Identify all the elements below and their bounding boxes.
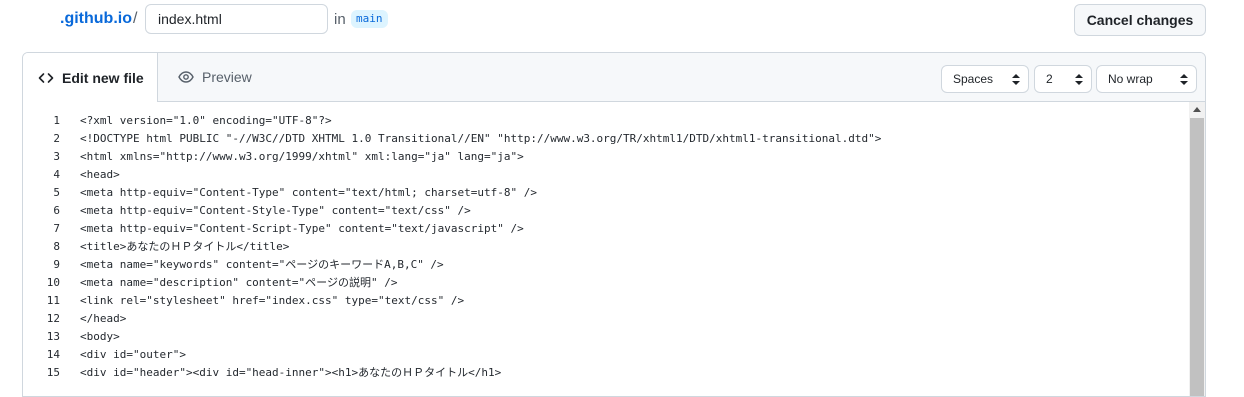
code-line[interactable]: 7 <meta http-equiv="Content-Script-Type" … [23, 220, 1189, 238]
code-line[interactable]: 3 <html xmlns="http://www.w3.org/1999/xht… [23, 148, 1189, 166]
code-line[interactable]: 15 <div id="header"><div id="head-inner">… [23, 364, 1189, 382]
line-content: <link rel="stylesheet" href="index.css" … [80, 294, 465, 307]
code-line[interactable]: 14 <div id="outer"> [23, 346, 1189, 364]
code-line[interactable]: 9 <meta name="keywords" content="ページのキーワー… [23, 256, 1189, 274]
line-number: 4 [53, 168, 60, 181]
indent-size-select[interactable]: 2 [1034, 65, 1092, 93]
code-line[interactable]: 12 </head> [23, 310, 1189, 328]
line-content: <meta http-equiv="Content-Style-Type" co… [80, 204, 471, 217]
code-line[interactable]: 11 <link rel="stylesheet" href="index.css… [23, 292, 1189, 310]
code-line[interactable]: 8 <title>あなたのＨＰタイトル</title> [23, 238, 1189, 256]
code-line[interactable]: 4 <head> [23, 166, 1189, 184]
indent-mode-value: Spaces [953, 72, 994, 86]
branch-badge[interactable]: main [351, 10, 388, 28]
line-content: <div id="header"><div id="head-inner"><h… [80, 366, 502, 379]
triangle-up-icon[interactable] [1189, 102, 1205, 117]
line-content: <body> [80, 330, 120, 343]
wrap-mode-value: No wrap [1108, 72, 1153, 86]
code-line[interactable]: 13 <body> [23, 328, 1189, 346]
line-number: 13 [46, 330, 60, 343]
in-label: in [334, 11, 346, 28]
code-line[interactable]: 6 <meta http-equiv="Content-Style-Type" c… [23, 202, 1189, 220]
indent-size-value: 2 [1046, 72, 1053, 86]
tab-preview-label: Preview [202, 69, 252, 85]
code-line[interactable]: 1 <?xml version="1.0" encoding="UTF-8"?> [23, 112, 1189, 130]
file-editor: Edit new file Preview Spaces 2 No wrap 1… [22, 52, 1206, 397]
tab-edit-new-file[interactable]: Edit new file [23, 53, 158, 102]
line-content: <?xml version="1.0" encoding="UTF-8"?> [80, 114, 332, 127]
repo-link[interactable]: .github.io [60, 10, 132, 28]
editor-toolbar: Edit new file Preview Spaces 2 No wrap [23, 53, 1205, 102]
line-number: 12 [46, 312, 60, 325]
file-path-bar: .github.io / in main Cancel changes [0, 0, 1244, 40]
line-number: 3 [53, 150, 60, 163]
code-editor[interactable]: 1 <?xml version="1.0" encoding="UTF-8"?> 2… [23, 102, 1189, 396]
select-arrows-icon [1075, 74, 1083, 85]
path-separator: / [133, 10, 138, 27]
line-content: <title>あなたのＨＰタイトル</title> [80, 240, 290, 253]
wrap-mode-select[interactable]: No wrap [1096, 65, 1197, 93]
line-number: 6 [53, 204, 60, 217]
line-content: <!DOCTYPE html PUBLIC "-//W3C//DTD XHTML… [80, 132, 882, 145]
code-line[interactable]: 10 <meta name="description" content="ページの… [23, 274, 1189, 292]
line-number: 8 [53, 240, 60, 253]
vertical-scrollbar[interactable] [1189, 102, 1205, 396]
line-number: 15 [46, 366, 60, 379]
line-number: 1 [53, 114, 60, 127]
tab-preview[interactable]: Preview [158, 53, 252, 101]
select-arrows-icon [1180, 74, 1188, 85]
line-content: <head> [80, 168, 120, 181]
select-arrows-icon [1012, 74, 1020, 85]
line-number: 10 [46, 276, 60, 289]
indent-mode-select[interactable]: Spaces [941, 65, 1029, 93]
line-number: 9 [53, 258, 60, 271]
line-number: 5 [53, 186, 60, 199]
line-content: <html xmlns="http://www.w3.org/1999/xhtm… [80, 150, 524, 163]
code-line[interactable]: 5 <meta http-equiv="Content-Type" content… [23, 184, 1189, 202]
line-content: <div id="outer"> [80, 348, 186, 361]
line-number: 2 [53, 132, 60, 145]
line-number: 14 [46, 348, 60, 361]
cancel-changes-button[interactable]: Cancel changes [1074, 4, 1206, 36]
tab-edit-label: Edit new file [62, 69, 144, 86]
eye-icon [178, 69, 194, 85]
code-line[interactable]: 2 <!DOCTYPE html PUBLIC "-//W3C//DTD XHTM… [23, 130, 1189, 148]
line-content: <meta http-equiv="Content-Script-Type" c… [80, 222, 524, 235]
filename-input[interactable] [145, 4, 328, 34]
scrollbar-thumb[interactable] [1190, 118, 1204, 396]
line-content: <meta name="keywords" content="ページのキーワード… [80, 258, 444, 271]
line-number: 11 [46, 294, 60, 307]
line-content: <meta http-equiv="Content-Type" content=… [80, 186, 537, 199]
line-number: 7 [53, 222, 60, 235]
line-content: <meta name="description" content="ページの説明… [80, 276, 398, 289]
line-content: </head> [80, 312, 127, 325]
code-icon [38, 70, 54, 86]
